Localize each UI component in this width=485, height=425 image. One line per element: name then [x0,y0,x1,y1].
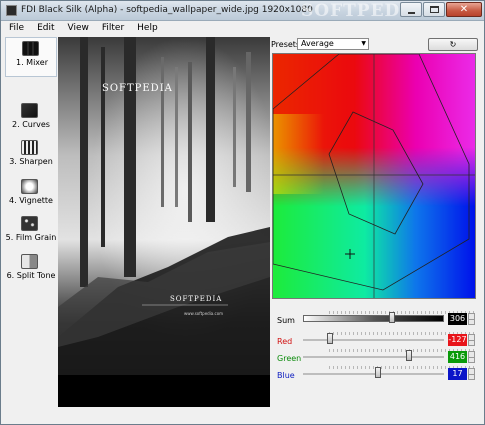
tool-label: 2. Curves [12,120,50,129]
tool-split-tone[interactable]: 6. Split Tone [5,251,57,291]
red-slider-thumb[interactable] [327,333,333,344]
menu-edit[interactable]: Edit [32,21,59,36]
minimize-icon [408,12,415,14]
slider-row-sum: Sum 306 [271,311,482,327]
green-label: Green [277,354,302,363]
window-title: FDI Black Silk (Alpha) - softpedia_wallp… [21,5,313,15]
app-window: FDI Black Silk (Alpha) - softpedia_wallp… [0,0,485,425]
tool-sharpen[interactable]: 3. Sharpen [5,137,57,177]
slider-row-red: Red -127 [271,332,482,348]
green-slider-track[interactable] [303,349,477,361]
mixer-panel: Presets: Average ▼ ↻ Sum 306 Red -127 Gr… [271,37,482,422]
red-label: Red [277,337,293,346]
red-value[interactable]: -127 [448,334,467,346]
maximize-icon [430,6,439,13]
tool-label: 4. Vignette [9,196,53,205]
blue-slider-track[interactable] [303,366,477,378]
forest-photo: SOFTPEDIA SOFTPEDIA www.softpedia.com [58,37,270,407]
red-spinner[interactable] [468,334,475,346]
sum-gradient [303,315,444,322]
blue-slider-thumb[interactable] [375,367,381,378]
red-track-line [303,339,444,341]
vignette-icon [21,179,38,194]
color-mixer-plot [273,54,475,298]
tool-vignette[interactable]: 4. Vignette [5,176,57,216]
image-preview[interactable]: SOFTPEDIA SOFTPEDIA www.softpedia.com [58,37,270,407]
app-icon [6,5,17,16]
mixer-icon [22,41,39,56]
split-tone-icon [21,254,38,269]
reset-icon: ↻ [449,40,457,49]
photo-brand-top: SOFTPEDIA [102,83,173,94]
close-button[interactable]: ✕ [446,2,482,17]
tool-mixer[interactable]: 1. Mixer [5,37,57,77]
menu-help[interactable]: Help [132,21,163,36]
sum-slider-track[interactable] [303,311,477,323]
minimize-button[interactable] [400,2,422,17]
slider-row-green: Green 416 [271,349,482,365]
slider-row-blue: Blue 17 [271,366,482,382]
sum-value[interactable]: 306 [448,313,467,325]
photo-brand-bottom: SOFTPEDIA [170,295,222,303]
sum-slider-thumb[interactable] [389,312,395,323]
red-slider-track[interactable] [303,332,477,344]
presets-value: Average [301,39,334,48]
presets-dropdown[interactable]: Average ▼ [297,38,369,50]
green-track-line [303,356,444,358]
window-controls: ✕ [399,2,482,17]
chevron-down-icon: ▼ [361,40,366,47]
sum-label: Sum [277,316,295,325]
tool-curves[interactable]: 2. Curves [5,100,57,140]
film-grain-icon [21,216,38,231]
sharpen-icon [21,140,38,155]
color-mixer-canvas[interactable] [272,53,476,299]
maximize-button[interactable] [423,2,445,17]
blue-value[interactable]: 17 [448,368,467,380]
tool-label: 1. Mixer [16,58,48,67]
blue-spinner[interactable] [468,368,475,380]
blue-label: Blue [277,371,295,380]
title-bar[interactable]: FDI Black Silk (Alpha) - softpedia_wallp… [1,1,484,21]
blue-track-line [303,373,444,375]
tool-label: 6. Split Tone [6,271,56,280]
menu-file[interactable]: File [4,21,29,36]
green-spinner[interactable] [468,351,475,363]
green-slider-thumb[interactable] [406,350,412,361]
reset-button[interactable]: ↻ [428,38,478,51]
tool-label: 5. Film Grain [5,233,57,242]
menu-bar: File Edit View Filter Help [1,21,484,36]
sum-spinner[interactable] [468,313,475,325]
tool-sidebar: 1. Mixer 2. Curves 3. Sharpen 4. Vignett… [5,37,57,422]
menu-filter[interactable]: Filter [97,21,129,36]
menu-view[interactable]: View [63,21,94,36]
green-value[interactable]: 416 [448,351,467,363]
close-icon: ✕ [459,4,469,15]
tool-film-grain[interactable]: 5. Film Grain [5,213,57,253]
tool-label: 3. Sharpen [9,157,53,166]
photo-url: www.softpedia.com [184,311,223,316]
curves-icon [21,103,38,118]
